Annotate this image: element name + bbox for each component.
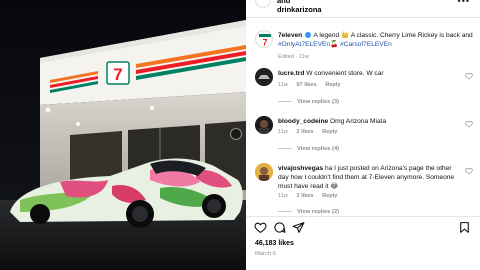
heart-icon[interactable] (465, 120, 473, 128)
comment-meta-row: 11w 2 likes Reply (278, 129, 344, 135)
7eleven-avatar[interactable]: 7 (255, 30, 273, 48)
reply-button[interactable]: Reply (322, 193, 337, 199)
car-at-7eleven-image: 7 (0, 0, 246, 270)
comment-time: 11w (278, 82, 288, 88)
more-options-icon[interactable]: ••• (458, 0, 470, 6)
comment-time: 11w (278, 193, 288, 199)
replies-divider (278, 147, 292, 149)
replies-divider (278, 100, 292, 102)
comment-likes[interactable]: 97 likes (296, 82, 316, 88)
heart-icon[interactable] (465, 167, 473, 175)
comment-meta-row: 11w 97 likes Reply (278, 82, 347, 88)
send-icon[interactable] (292, 221, 305, 234)
post-date: March 6 (255, 251, 276, 257)
commenter-avatar[interactable] (255, 68, 273, 86)
avatar-photo-icon (255, 116, 273, 134)
heart-icon[interactable] (465, 72, 473, 80)
collab-username-line2[interactable]: drinkarizona (277, 5, 322, 14)
header-divider (246, 17, 480, 18)
avatar-person-icon (255, 163, 273, 181)
comment-text: lucre.trd W convenient store. W car (278, 69, 463, 78)
collab-usernames[interactable]: and drinkarizona (277, 0, 322, 14)
actions-divider (246, 216, 480, 217)
comment-icon[interactable] (273, 221, 286, 234)
carousel-next-button[interactable] (230, 128, 242, 140)
collab-avatar[interactable] (255, 0, 271, 8)
view-replies-label: View replies (4) (297, 146, 340, 152)
7eleven-logo-icon: 7 (259, 34, 271, 48)
reply-button[interactable]: Reply (325, 82, 340, 88)
comment-likes[interactable]: 3 likes (296, 193, 313, 199)
post-photo: 7 (0, 0, 246, 270)
view-replies-button[interactable]: View replies (2) (278, 209, 339, 215)
caption-body: A legend 👑 A classic. Cherry Lime Rickey… (313, 32, 473, 39)
heart-icon[interactable] (254, 221, 267, 234)
replies-divider (278, 210, 292, 212)
verified-badge-icon (305, 32, 312, 39)
comment-text: vivajoshvegas ha I just posted on Arizon… (278, 164, 463, 191)
caption-meta: Edited · 11w (278, 54, 309, 60)
avatar-car-icon (255, 68, 273, 86)
comment-username[interactable]: lucre.trd (278, 70, 304, 77)
svg-text:7: 7 (113, 65, 122, 84)
commenter-avatar[interactable] (255, 116, 273, 134)
post-action-bar (246, 218, 480, 238)
comment-likes[interactable]: 2 likes (296, 129, 313, 135)
comment-username[interactable]: bloody_codeine (278, 118, 328, 125)
comment-body: Omg Arizona Miata (330, 118, 387, 125)
likes-count[interactable]: 46,183 likes (255, 240, 294, 247)
view-replies-button[interactable]: View replies (3) (278, 99, 339, 105)
svg-text:7: 7 (262, 38, 267, 48)
comment-username[interactable]: vivajoshvegas (278, 165, 323, 172)
view-replies-label: View replies (3) (297, 99, 340, 105)
view-replies-button[interactable]: View replies (4) (278, 146, 339, 152)
commenter-avatar[interactable] (255, 163, 273, 181)
post-header: and drinkarizona ••• (246, 0, 480, 16)
view-replies-label: View replies (2) (297, 209, 340, 215)
caption-hashtags[interactable]: #OnlyAt7ELEVEn🍒 #Carsof7ELEVEn (278, 41, 392, 48)
caption-username[interactable]: 7eleven (278, 32, 302, 39)
comment-meta-row: 11w 3 likes Reply (278, 193, 344, 199)
caption-text: 7eleven A legend 👑 A classic. Cherry Lim… (278, 31, 474, 49)
bookmark-icon[interactable] (458, 221, 471, 234)
comment-time: 11w (278, 129, 288, 135)
post-side-panel: and drinkarizona ••• 7 7eleven A legend … (246, 0, 480, 270)
comment-body: W convenient store. W car (306, 70, 384, 77)
comment-text: bloody_codeine Omg Arizona Miata (278, 117, 463, 126)
reply-button[interactable]: Reply (322, 129, 337, 135)
